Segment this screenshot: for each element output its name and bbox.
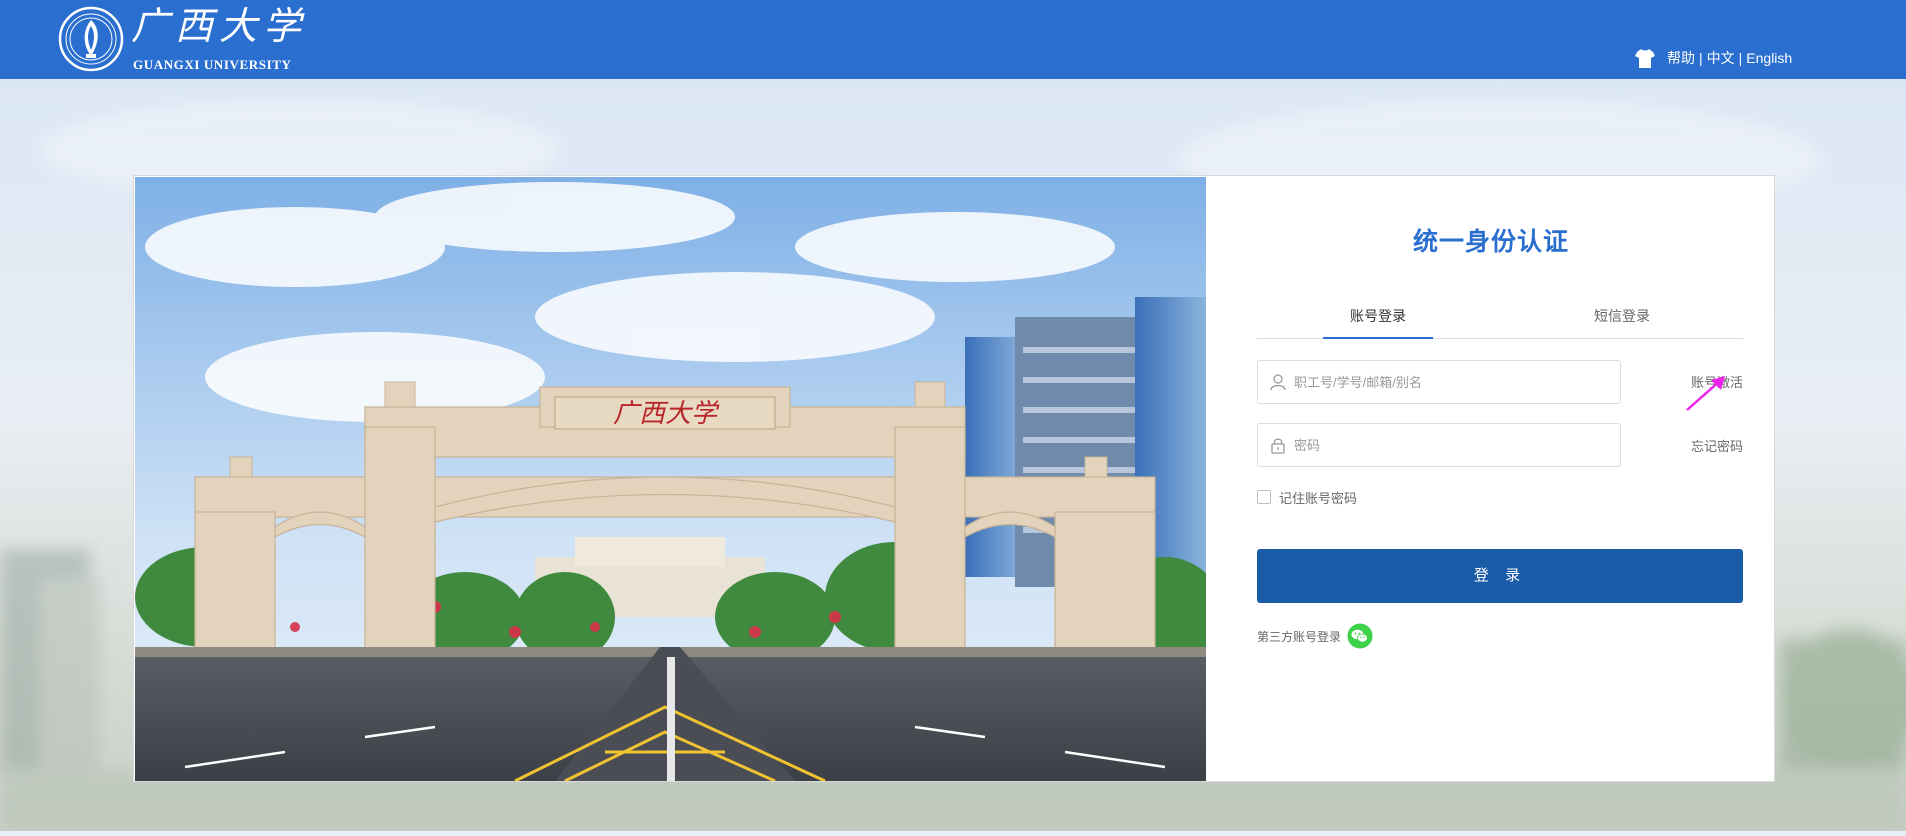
tab-account-login[interactable]: 账号登录 [1323,304,1433,339]
username-input[interactable] [1294,361,1614,403]
username-field [1257,360,1621,404]
lang-chinese-link[interactable]: 中文 [1707,48,1735,68]
lock-icon [1271,438,1285,454]
tab-sms-login[interactable]: 短信登录 [1567,304,1677,338]
third-party-login: 第三方账号登录 [1257,622,1373,650]
separator: | [1738,50,1743,66]
third-party-label: 第三方账号登录 [1257,629,1342,644]
password-field [1257,423,1621,467]
logo-chinese-name: 广西大学 [131,4,308,48]
header-links: 帮助 | 中文 | English [1634,46,1792,70]
wechat-icon[interactable] [1347,623,1373,649]
lang-english-link[interactable]: English [1746,50,1792,66]
login-title: 统一身份认证 [1412,228,1569,256]
login-card: 广西大学 统一身份认证 账号登录 短信登录 职工号/学号/邮箱/别名 忘记密码 … [133,175,1775,782]
password-input[interactable] [1294,424,1614,466]
separator: | [1699,50,1703,66]
remember-label: 记住账号密码 [1279,490,1358,506]
remember-checkbox[interactable] [1257,490,1271,504]
gate-sign-text: 广西大学 [613,399,720,429]
pink-arrow-annotation-icon [1686,376,1725,411]
login-tabs: 账号登录 短信登录 [1257,304,1743,339]
tshirt-icon[interactable] [1634,47,1656,69]
help-link[interactable]: 帮助 [1667,48,1695,68]
user-icon [1270,374,1286,391]
login-button[interactable]: 登 录 [1257,549,1743,603]
university-seal-logo [58,6,124,72]
login-panel: 统一身份认证 账号登录 短信登录 账号激活 忘记密码 [1207,176,1775,781]
top-header: 广西大学 GUANGXI UNIVERSITY 帮助 | 中文 | Englis… [0,0,1906,79]
forgot-password-link[interactable]: 忘记密码 [1691,436,1743,455]
logo-english-name: GUANGXI UNIVERSITY [133,57,292,72]
remember-me[interactable]: 记住账号密码 [1257,487,1357,507]
campus-gate-photo: 广西大学 [135,177,1206,781]
